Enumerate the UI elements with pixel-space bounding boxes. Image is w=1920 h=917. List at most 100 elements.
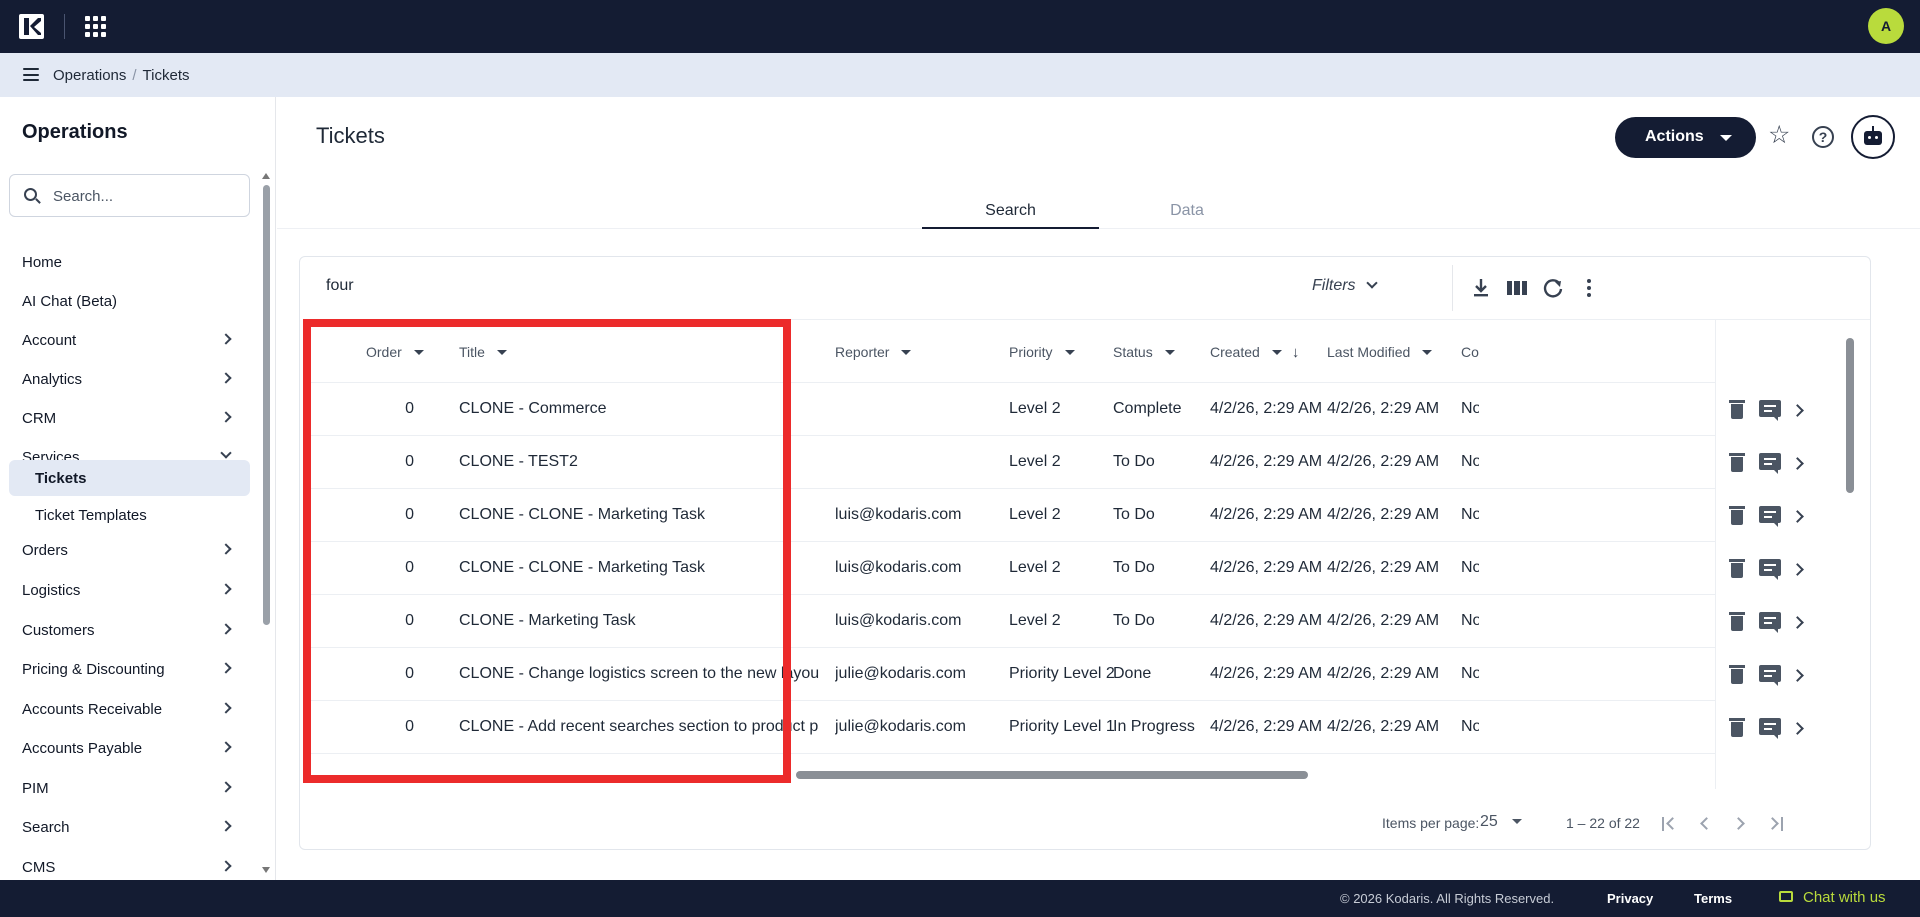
breadcrumb-separator: / (132, 67, 137, 84)
sidebar-subitem-ticket-templates[interactable]: Ticket Templates (9, 497, 250, 533)
sidebar-item-analytics[interactable]: Analytics (0, 360, 250, 398)
filters-label: Filters (1312, 277, 1356, 294)
filters-button[interactable]: Filters (1312, 277, 1378, 295)
sidebar-item-accounts-receivable[interactable]: Accounts Receivable (0, 690, 250, 728)
chevron-right-icon (220, 662, 232, 674)
sidebar-item-crm[interactable]: CRM (0, 399, 250, 437)
first-page-icon[interactable] (1660, 815, 1679, 833)
chevron-right-icon[interactable] (1791, 510, 1804, 523)
sidebar-item-label: Logistics (22, 581, 81, 599)
next-page-icon[interactable] (1732, 815, 1750, 833)
privacy-link[interactable]: Privacy (1607, 891, 1653, 906)
sidebar-search[interactable] (9, 174, 250, 217)
chevron-right-icon[interactable] (1791, 669, 1804, 682)
last-page-icon[interactable] (1766, 815, 1786, 833)
delete-icon[interactable] (1729, 453, 1745, 472)
page-size-value: 25 (1480, 813, 1498, 830)
comment-icon[interactable] (1759, 453, 1781, 474)
chevron-right-icon[interactable] (1791, 404, 1804, 417)
previous-page-icon[interactable] (1696, 815, 1714, 833)
sidebar-item-pim[interactable]: PIM (0, 769, 250, 807)
comment-icon[interactable] (1759, 559, 1781, 580)
sidebar-item-customers[interactable]: Customers (0, 611, 250, 649)
breadcrumb-bar: Operations / Tickets (0, 53, 1920, 97)
sidebar-item-label: AI Chat (Beta) (22, 292, 118, 310)
tab-search[interactable]: Search (922, 193, 1099, 229)
refresh-icon[interactable] (1542, 277, 1564, 299)
chevron-right-icon (220, 860, 232, 872)
chevron-right-icon (220, 623, 232, 635)
delete-icon[interactable] (1729, 612, 1745, 631)
sidebar-item-home[interactable]: Home (0, 243, 250, 281)
kodaris-logo-icon[interactable] (19, 14, 44, 39)
chevron-right-icon (220, 333, 232, 345)
sidebar-item-label: Account (22, 331, 77, 349)
caret-down-icon (1720, 135, 1732, 141)
sidebar-item-label: CRM (22, 409, 57, 427)
more-vert-icon[interactable] (1578, 277, 1600, 299)
page-size-select[interactable]: 25 (1480, 813, 1522, 831)
delete-icon[interactable] (1729, 506, 1745, 525)
help-icon[interactable]: ? (1812, 126, 1834, 148)
sidebar-item-logistics[interactable]: Logistics (0, 571, 250, 609)
delete-icon[interactable] (1729, 400, 1745, 419)
sidebar-item-label: Orders (22, 541, 68, 559)
table-vertical-scrollbar-thumb[interactable] (1846, 338, 1854, 493)
chevron-right-icon[interactable] (1791, 616, 1804, 629)
chevron-right-icon[interactable] (1791, 563, 1804, 576)
chevron-right-icon (220, 781, 232, 793)
search-icon (24, 188, 37, 201)
delete-icon[interactable] (1729, 665, 1745, 684)
chevron-right-icon[interactable] (1791, 722, 1804, 735)
sidebar-scrollbar[interactable] (262, 173, 270, 873)
main-content: Tickets Actions ☆ ? Search Data four Fil… (277, 97, 1920, 880)
actions-button[interactable]: Actions (1615, 117, 1756, 158)
sidebar-item-label: Customers (22, 621, 95, 639)
tab-data[interactable]: Data (1099, 193, 1275, 229)
comment-icon[interactable] (1759, 612, 1781, 633)
sidebar-item-ai-chat[interactable]: AI Chat (Beta) (0, 282, 250, 320)
comment-icon[interactable] (1759, 718, 1781, 739)
apps-grid-icon[interactable] (85, 16, 106, 37)
scroll-up-icon[interactable] (262, 173, 270, 179)
star-icon[interactable]: ☆ (1768, 123, 1790, 148)
copyright-text: © 2026 Kodaris. All Rights Reserved. (1340, 891, 1555, 906)
chevron-right-icon (220, 820, 232, 832)
sidebar-item-accounts-payable[interactable]: Accounts Payable (0, 729, 250, 767)
avatar[interactable]: A (1868, 8, 1904, 44)
row-actions (310, 320, 1860, 789)
breadcrumb: Operations / Tickets (53, 67, 190, 84)
sidebar-item-search[interactable]: Search (0, 808, 250, 846)
delete-icon[interactable] (1729, 559, 1745, 578)
chevron-down-icon (1365, 277, 1378, 289)
table-vertical-scrollbar[interactable] (1845, 320, 1855, 789)
ai-assistant-icon[interactable] (1851, 115, 1895, 159)
chevron-right-icon[interactable] (1791, 457, 1804, 470)
chevron-right-icon (220, 702, 232, 714)
terms-link[interactable]: Terms (1694, 891, 1732, 906)
sidebar-item-cms[interactable]: CMS (0, 848, 250, 880)
sidebar-item-pricing-discounting[interactable]: Pricing & Discounting (0, 650, 250, 688)
sidebar-subitem-label: Ticket Templates (35, 506, 147, 524)
sidebar-subitem-tickets[interactable]: Tickets (9, 460, 250, 496)
scroll-down-icon[interactable] (262, 867, 270, 873)
columns-icon[interactable] (1506, 277, 1528, 299)
download-icon[interactable] (1470, 277, 1492, 299)
table-horizontal-scrollbar[interactable] (796, 771, 1308, 779)
sidebar-scrollbar-thumb[interactable] (263, 185, 270, 625)
comment-icon[interactable] (1759, 400, 1781, 421)
comment-icon[interactable] (1759, 665, 1781, 686)
sidebar-item-account[interactable]: Account (0, 321, 250, 359)
sidebar-search-input[interactable] (53, 185, 233, 207)
delete-icon[interactable] (1729, 718, 1745, 737)
caret-down-icon (1511, 819, 1522, 824)
breadcrumb-item-operations[interactable]: Operations (53, 67, 126, 84)
comment-icon[interactable] (1759, 506, 1781, 527)
sidebar-item-label: Accounts Payable (22, 739, 143, 757)
breadcrumb-item-tickets: Tickets (142, 67, 190, 84)
actions-button-label: Actions (1645, 128, 1704, 145)
ticket-search-query[interactable]: four (326, 277, 354, 295)
sidebar-item-label: Pricing & Discounting (22, 660, 165, 678)
sidebar-item-orders[interactable]: Orders (0, 531, 250, 569)
menu-icon[interactable] (23, 68, 39, 81)
